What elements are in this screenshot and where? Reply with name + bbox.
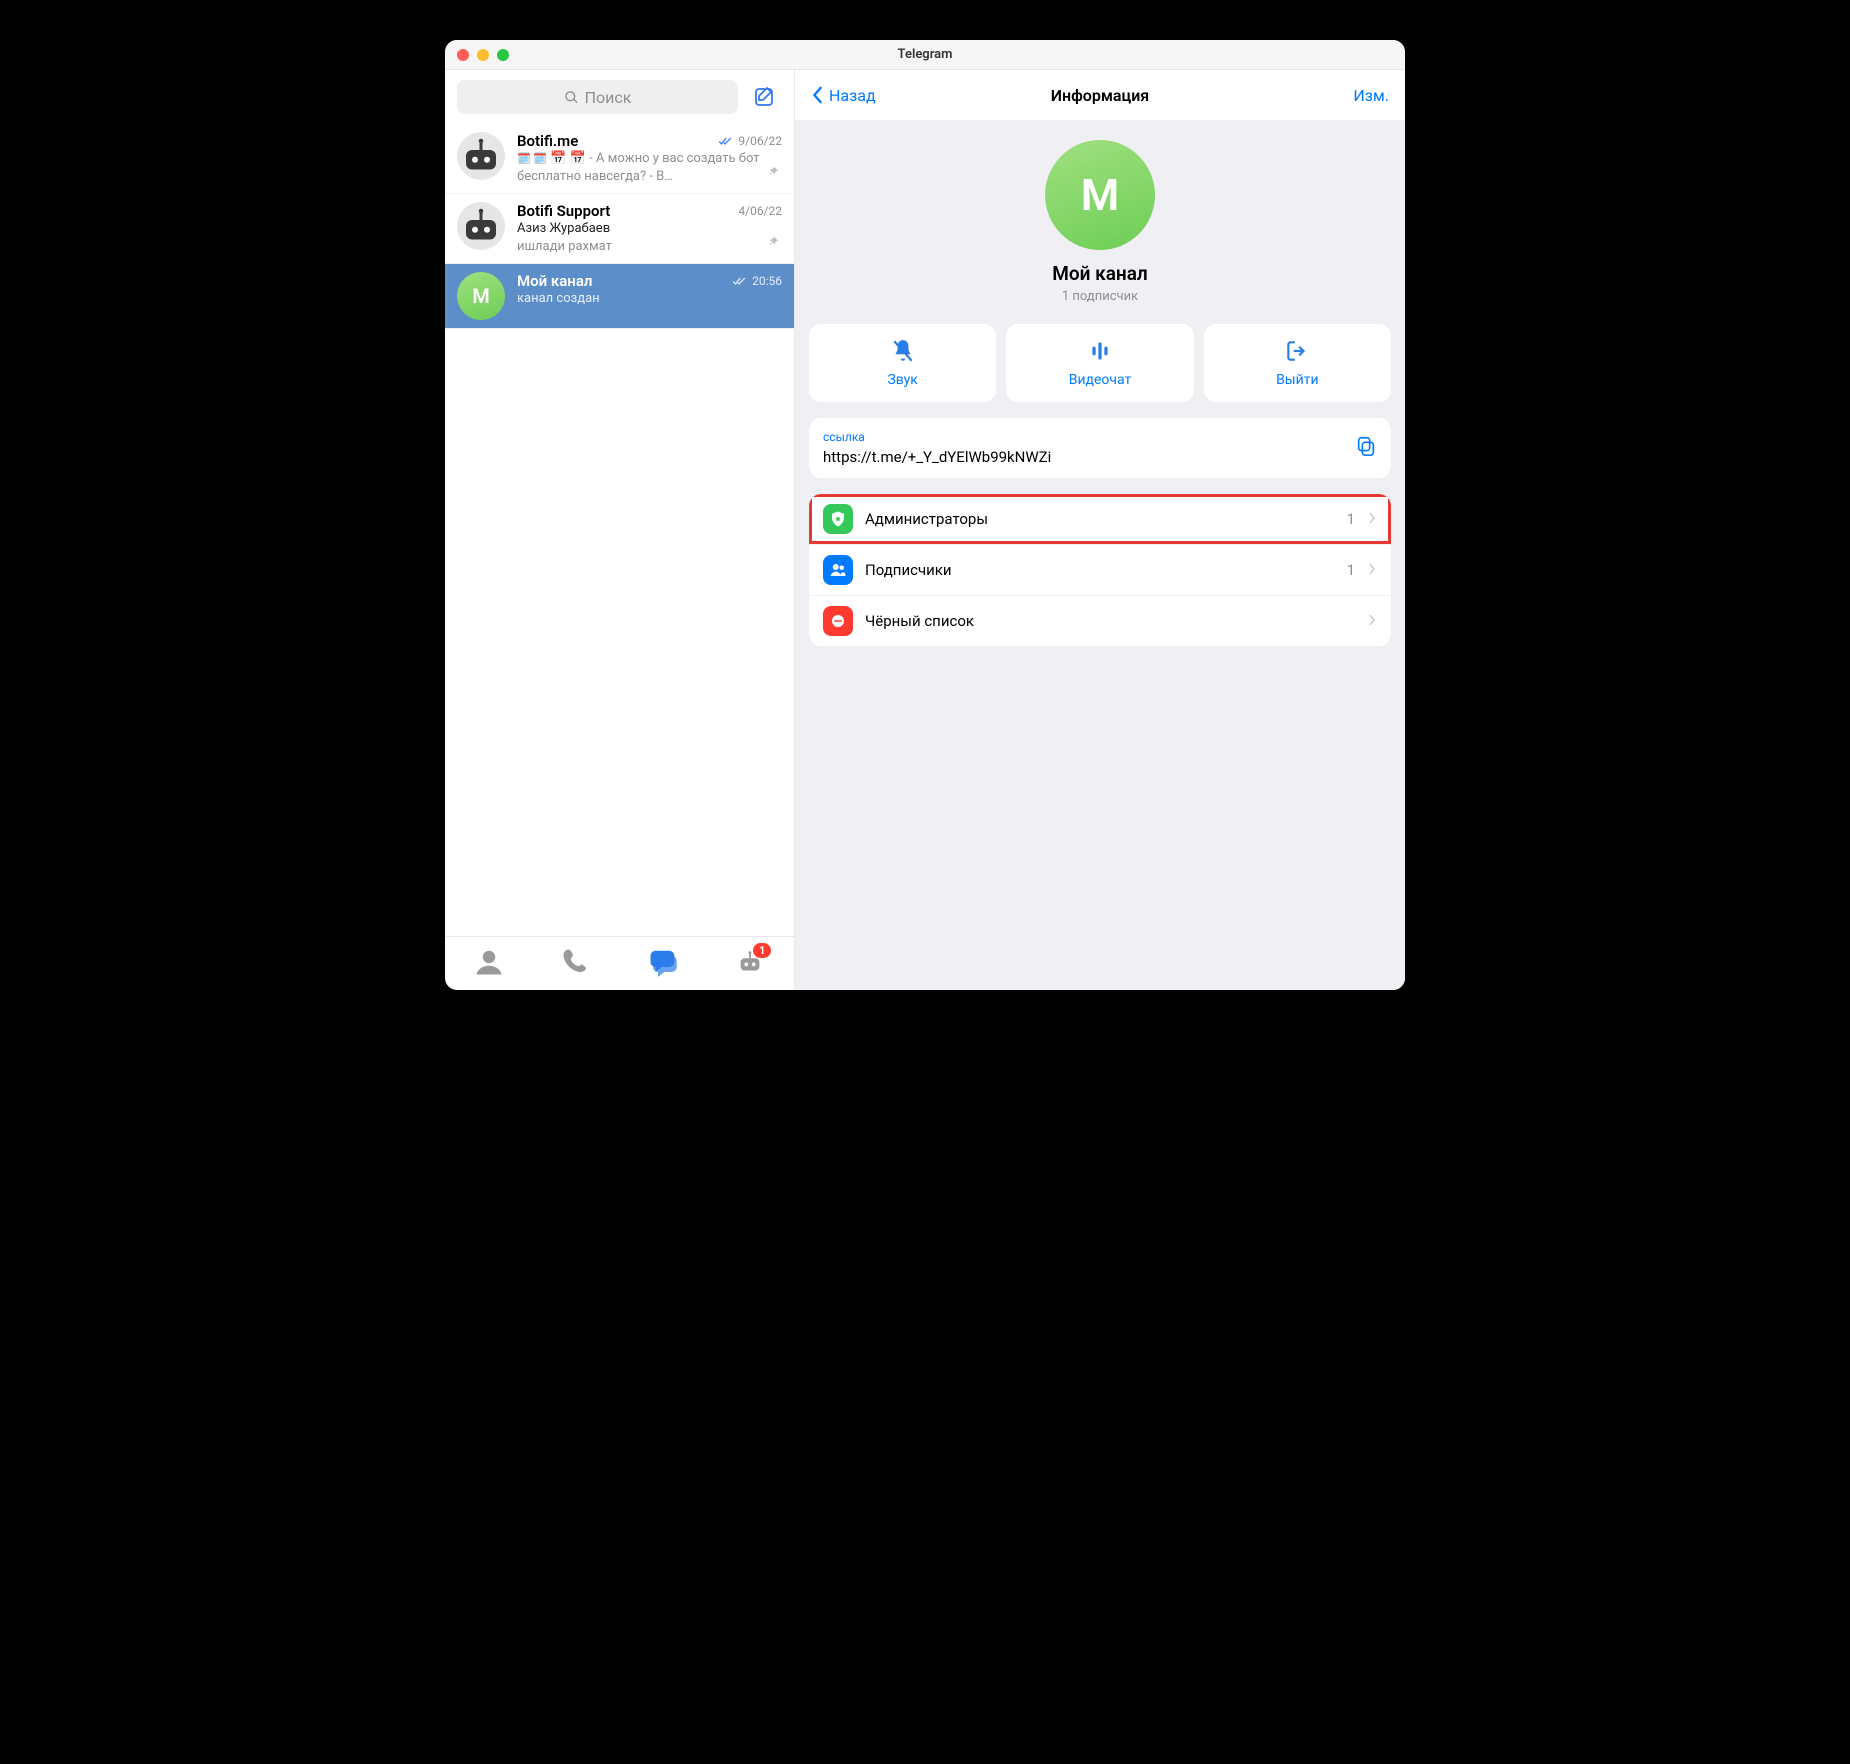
block-icon	[823, 606, 853, 636]
voicechat-icon	[1087, 338, 1113, 364]
app-window: Telegram Поиск	[445, 40, 1405, 990]
channel-name: Мой канал	[809, 262, 1391, 285]
bottom-tabs: 1	[445, 936, 794, 990]
chat-preview: Азиз Журабаев ишлади рахмат	[517, 220, 782, 255]
manage-card: Администраторы 1 Подписчики 1	[809, 494, 1391, 646]
search-icon	[564, 90, 579, 105]
read-check-icon	[732, 274, 746, 288]
people-icon	[823, 555, 853, 585]
invite-link-card[interactable]: ссылка https://t.me/+_Y_dYElWb99kNWZi	[809, 418, 1391, 478]
chat-time: 9/06/22	[738, 134, 782, 148]
leave-icon	[1284, 338, 1310, 364]
window-title: Telegram	[445, 47, 1405, 62]
bot-avatar-icon	[457, 132, 505, 180]
info-header: Назад Информация Изм.	[795, 70, 1405, 120]
sidebar: Поиск Botifi.me 9/06/22	[445, 70, 795, 990]
row-count: 1	[1347, 561, 1355, 579]
chevron-right-icon	[1367, 612, 1377, 631]
titlebar: Telegram	[445, 40, 1405, 70]
bot-avatar-icon	[457, 202, 505, 250]
channel-subscribers: 1 подписчик	[809, 289, 1391, 304]
action-label: Звук	[887, 372, 917, 388]
mute-icon	[890, 338, 916, 364]
action-label: Видеочат	[1069, 372, 1132, 388]
read-check-icon	[718, 134, 732, 148]
chat-item-botifime[interactable]: Botifi.me 9/06/22 🗓️ 🗓️ 📅 📅 - А можно у …	[445, 124, 794, 194]
chevron-right-icon	[1367, 510, 1377, 529]
channel-avatar-large[interactable]: M	[1045, 140, 1155, 250]
chat-item-botifisupport[interactable]: Botifi Support 4/06/22 Азиз Журабаев ишл…	[445, 194, 794, 264]
pin-icon	[766, 235, 780, 253]
chat-name: Botifi Support	[517, 202, 732, 220]
row-blacklist[interactable]: Чёрный список	[809, 595, 1391, 646]
link-caption: ссылка	[823, 430, 1345, 444]
copy-link-button[interactable]	[1355, 435, 1377, 461]
row-label: Подписчики	[865, 561, 1335, 579]
tab-bots[interactable]: 1	[735, 947, 765, 981]
tab-chats[interactable]	[648, 947, 678, 981]
info-title: Информация	[795, 86, 1405, 105]
info-panel: Назад Информация Изм. M Мой канал 1 подп…	[795, 70, 1405, 990]
chat-preview: 🗓️ 🗓️ 📅 📅 - А можно у вас создать бот бе…	[517, 150, 782, 185]
action-row: Звук Видеочат Выйти	[809, 324, 1391, 402]
tab-calls[interactable]	[561, 947, 591, 981]
channel-profile: M Мой канал 1 подписчик	[809, 140, 1391, 304]
search-placeholder: Поиск	[585, 88, 632, 107]
chat-list: Botifi.me 9/06/22 🗓️ 🗓️ 📅 📅 - А можно у …	[445, 124, 794, 936]
pin-icon	[766, 165, 780, 183]
tab-badge: 1	[753, 943, 771, 958]
link-url: https://t.me/+_Y_dYElWb99kNWZi	[823, 448, 1345, 466]
row-label: Чёрный список	[865, 612, 1343, 630]
compose-button[interactable]	[748, 80, 782, 114]
row-count: 1	[1347, 510, 1355, 528]
back-label: Назад	[829, 86, 876, 105]
channel-avatar: M	[457, 272, 505, 320]
shield-icon	[823, 504, 853, 534]
chat-time: 4/06/22	[738, 204, 782, 218]
chat-name: Botifi.me	[517, 132, 712, 150]
search-input[interactable]: Поиск	[457, 80, 738, 114]
row-admins[interactable]: Администраторы 1	[809, 494, 1391, 544]
action-label: Выйти	[1276, 372, 1319, 388]
chat-preview: канал создан	[517, 290, 782, 308]
tab-contacts[interactable]	[474, 947, 504, 981]
edit-button[interactable]: Изм.	[1353, 86, 1389, 105]
action-leave[interactable]: Выйти	[1204, 324, 1391, 402]
chat-name: Мой канал	[517, 272, 726, 290]
chevron-right-icon	[1367, 561, 1377, 580]
action-videochat[interactable]: Видеочат	[1006, 324, 1193, 402]
row-subscribers[interactable]: Подписчики 1	[809, 544, 1391, 595]
row-label: Администраторы	[865, 510, 1335, 528]
back-button[interactable]: Назад	[811, 86, 876, 105]
chat-item-my-channel[interactable]: M Мой канал 20:56 канал создан	[445, 264, 794, 329]
chat-time: 20:56	[752, 274, 782, 288]
action-sound[interactable]: Звук	[809, 324, 996, 402]
